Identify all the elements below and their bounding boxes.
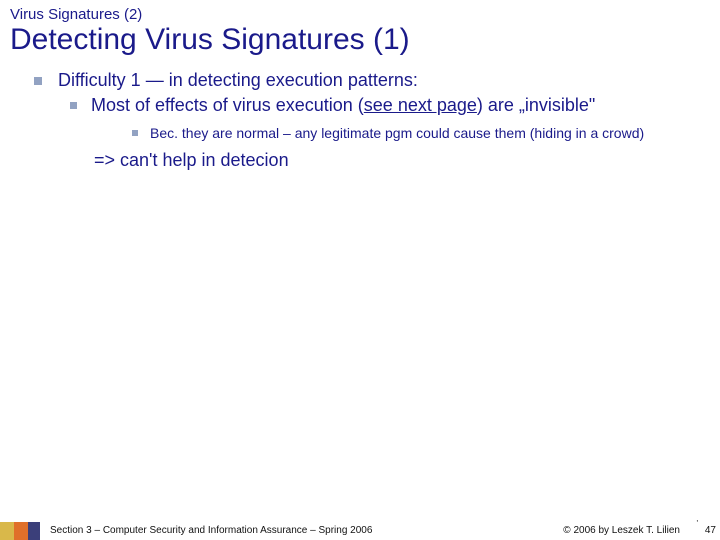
level2-text: Most of effects of virus execution (see … [91,94,595,117]
square-bullet-icon [70,102,77,109]
footer: Section 3 – Computer Security and Inform… [0,516,720,540]
see-next-page-link[interactable]: see next page [364,95,477,115]
bullet-level1: Difficulty 1 — in detecting execution pa… [34,69,700,92]
conclusion-row: => can't help in detecion [94,149,700,172]
slide-title: Detecting Virus Signatures (1) [0,23,720,65]
deco-block-icon [0,522,14,540]
footer-right-text: © 2006 by Leszek T. Lilien [563,525,680,536]
content-area: Difficulty 1 — in detecting execution pa… [0,65,720,172]
bullet-level2: Most of effects of virus execution (see … [70,94,700,117]
conclusion-text: => can't help in detecion [94,149,700,172]
bullet-level3: Bec. they are normal – any legitimate pg… [132,124,700,143]
footer-decoration [0,522,40,540]
level2-text-b: ) are „invisible" [477,95,595,115]
deco-block-icon [14,522,28,540]
footer-left-text: Section 3 – Computer Security and Inform… [50,525,372,536]
pre-title: Virus Signatures (2) [0,0,720,23]
page-number: 47 [705,525,716,536]
deco-block-icon [28,522,40,540]
level3-text: Bec. they are normal – any legitimate pg… [150,124,644,143]
level2-text-a: Most of effects of virus execution ( [91,95,364,115]
square-bullet-icon [132,130,138,136]
square-bullet-icon [34,77,42,85]
level1-text: Difficulty 1 — in detecting execution pa… [58,69,418,92]
footer-tick: ' [696,519,698,528]
